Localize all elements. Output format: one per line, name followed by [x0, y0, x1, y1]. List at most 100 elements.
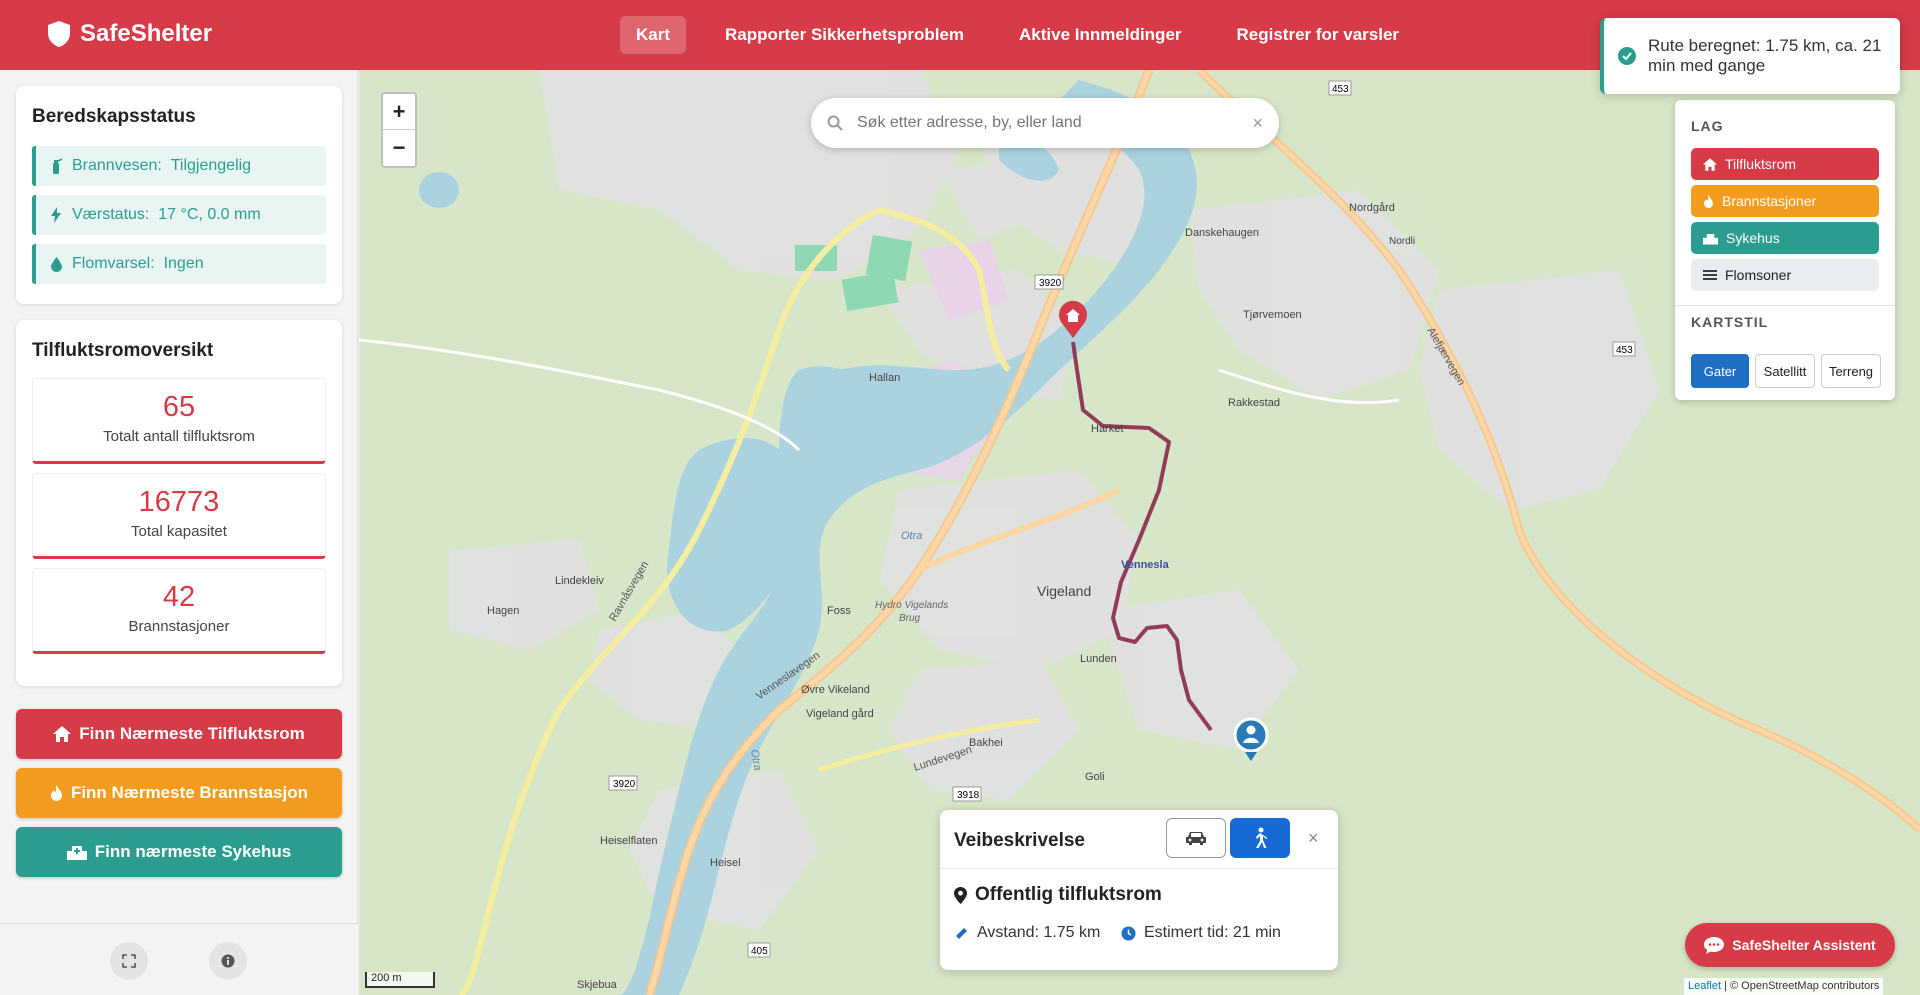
label-goli: Goli	[1085, 771, 1105, 783]
label-heiselflaten: Heiselflaten	[600, 835, 657, 847]
close-directions-button[interactable]: ×	[1308, 828, 1319, 849]
destination-name: Offentlig tilfluktsrom	[975, 884, 1162, 905]
layer-label: Brannstasjoner	[1722, 193, 1817, 209]
label-skjebua: Skjebua	[577, 979, 618, 991]
ruler-icon	[956, 927, 967, 939]
map-view[interactable]: Vigeland Vennesla Harket Rakkestad Tjørv…	[359, 70, 1920, 995]
nav-item-report[interactable]: Rapporter Sikkerhetsproblem	[709, 16, 980, 54]
label-vigeland: Vigeland	[1037, 583, 1091, 599]
stat-value: 65	[162, 391, 196, 423]
layer-toggle-fire-stations[interactable]: Brannstasjoner	[1691, 185, 1879, 217]
status-flood-label: Flomvarsel:	[72, 255, 155, 272]
check-circle-icon	[1618, 47, 1636, 65]
nav-item-kart[interactable]: Kart	[620, 16, 687, 54]
route-time: Estimert tid: 21 min	[1121, 924, 1281, 942]
bolt-icon	[46, 207, 66, 223]
stat-label: Total kapasitet	[131, 523, 227, 540]
assistant-button[interactable]: SafeShelter Assistent	[1685, 923, 1895, 967]
toast-message: Rute beregnet: 1.75 km, ca. 21 min med g…	[1648, 36, 1882, 75]
map-style-title: KARTSTIL	[1691, 314, 1769, 330]
preparedness-card: Beredskapsstatus Brannvesen: Tilgjengeli…	[16, 86, 342, 304]
nav-item-register-alerts[interactable]: Registrer for varsler	[1221, 16, 1416, 54]
map-scale: 200 m	[365, 972, 435, 988]
road-number: 3920	[1039, 278, 1062, 289]
home-icon	[1703, 157, 1717, 171]
fullscreen-button[interactable]	[110, 942, 148, 980]
mode-walk-button[interactable]	[1230, 818, 1290, 858]
map-style-satellite[interactable]: Satellitt	[1755, 354, 1815, 388]
clear-search-button[interactable]: ×	[1252, 113, 1263, 134]
nav-item-active-reports[interactable]: Aktive Innmeldinger	[1003, 16, 1197, 54]
leaflet-link[interactable]: Leaflet	[1688, 980, 1721, 992]
find-nearest-hospital-button[interactable]: Finn nærmeste Sykehus	[16, 827, 342, 877]
label-nordli: Nordli	[1389, 236, 1415, 247]
find-nearest-fire-station-button[interactable]: Finn Nærmeste Brannstasjon	[16, 768, 342, 818]
destination: Offentlig tilfluktsrom	[954, 884, 1162, 906]
stat-total-capacity: 16773 Total kapasitet	[32, 473, 326, 559]
label-foss: Foss	[827, 605, 851, 617]
find-fire-station-label: Finn Nærmeste Brannstasjon	[70, 783, 309, 802]
droplet-icon	[46, 256, 66, 272]
map-search-bar: ×	[811, 98, 1279, 148]
label-hydro-brug: Brug	[899, 613, 921, 624]
find-nearest-shelter-button[interactable]: Finn Nærmeste Tilfluktsrom	[16, 709, 342, 759]
find-shelter-label: Finn Nærmeste Tilfluktsrom	[79, 724, 305, 743]
layers-divider	[1675, 305, 1895, 306]
layer-toggle-flood-zones[interactable]: Flomsoner	[1691, 259, 1879, 291]
zoom-in-button[interactable]: +	[383, 94, 415, 130]
info-button[interactable]	[209, 942, 247, 980]
preparedness-title: Beredskapsstatus	[32, 106, 196, 127]
label-hydro: Hydro Vigelands	[875, 600, 948, 611]
map-pin-icon	[954, 886, 967, 904]
road-number: 3918	[957, 790, 980, 801]
fire-extinguisher-icon	[46, 158, 66, 174]
zoom-control: + −	[381, 92, 417, 168]
label-heisel: Heisel	[710, 857, 741, 869]
brand-logo[interactable]: SafeShelter	[46, 20, 212, 48]
status-fire-label: Brannvesen:	[72, 157, 162, 174]
label-nordgard: Nordgård	[1349, 202, 1395, 214]
road-number: 405	[751, 946, 768, 957]
directions-divider	[940, 868, 1338, 869]
stat-fire-stations: 42 Brannstasjoner	[32, 568, 326, 654]
search-input[interactable]	[857, 114, 1253, 132]
search-icon	[827, 115, 843, 131]
layer-label: Flomsoner	[1725, 267, 1792, 283]
layer-label: Sykehus	[1726, 230, 1780, 246]
route-toast: Rute beregnet: 1.75 km, ca. 21 min med g…	[1600, 18, 1900, 94]
fire-icon	[50, 785, 62, 801]
mode-car-button[interactable]	[1166, 818, 1226, 858]
stat-value: 16773	[138, 486, 220, 518]
label-lindekleiv: Lindekleiv	[555, 575, 604, 587]
label-rakkestad: Rakkestad	[1228, 397, 1280, 409]
layer-toggle-hospitals[interactable]: Sykehus	[1691, 222, 1879, 254]
info-icon	[221, 954, 235, 968]
map-style-terrain[interactable]: Terreng	[1821, 354, 1881, 388]
status-flood-value: Ingen	[163, 255, 204, 272]
label-harket: Harket	[1091, 423, 1123, 435]
road-number: 453	[1332, 84, 1349, 95]
map-style-streets[interactable]: Gater	[1691, 354, 1749, 388]
find-hospital-label: Finn nærmeste Sykehus	[94, 842, 292, 861]
expand-icon	[122, 954, 136, 968]
stat-label: Brannstasjoner	[128, 618, 230, 635]
main-nav: Kart Rapporter Sikkerhetsproblem Aktive …	[620, 0, 1438, 70]
status-flood: Flomvarsel: Ingen	[32, 244, 326, 284]
layer-toggle-shelters[interactable]: Tilfluktsrom	[1691, 148, 1879, 180]
label-lunden: Lunden	[1080, 653, 1117, 665]
directions-title: Veibeskrivelse	[954, 830, 1085, 851]
layer-label: Tilfluktsrom	[1725, 156, 1797, 172]
zoom-out-button[interactable]: −	[383, 130, 415, 166]
wave-lines-icon	[1703, 270, 1717, 280]
status-weather-label: Værstatus:	[72, 206, 150, 223]
label-hallan: Hallan	[869, 372, 900, 384]
shelter-overview-card: Tilfluktsromoversikt 65 Totalt antall ti…	[16, 320, 342, 686]
sidebar: Beredskapsstatus Brannvesen: Tilgjengeli…	[0, 70, 358, 995]
osm-attribution: | © OpenStreetMap contributors	[1724, 980, 1880, 992]
status-fire-value: Tilgjengelig	[170, 157, 252, 174]
walking-icon	[1256, 827, 1268, 848]
label-vigeland-gard: Vigeland gård	[806, 708, 874, 720]
label-otra-river: Otra	[901, 530, 922, 542]
assistant-label: SafeShelter Assistent	[1732, 937, 1876, 953]
time-text: Estimert tid: 21 min	[1144, 924, 1281, 941]
